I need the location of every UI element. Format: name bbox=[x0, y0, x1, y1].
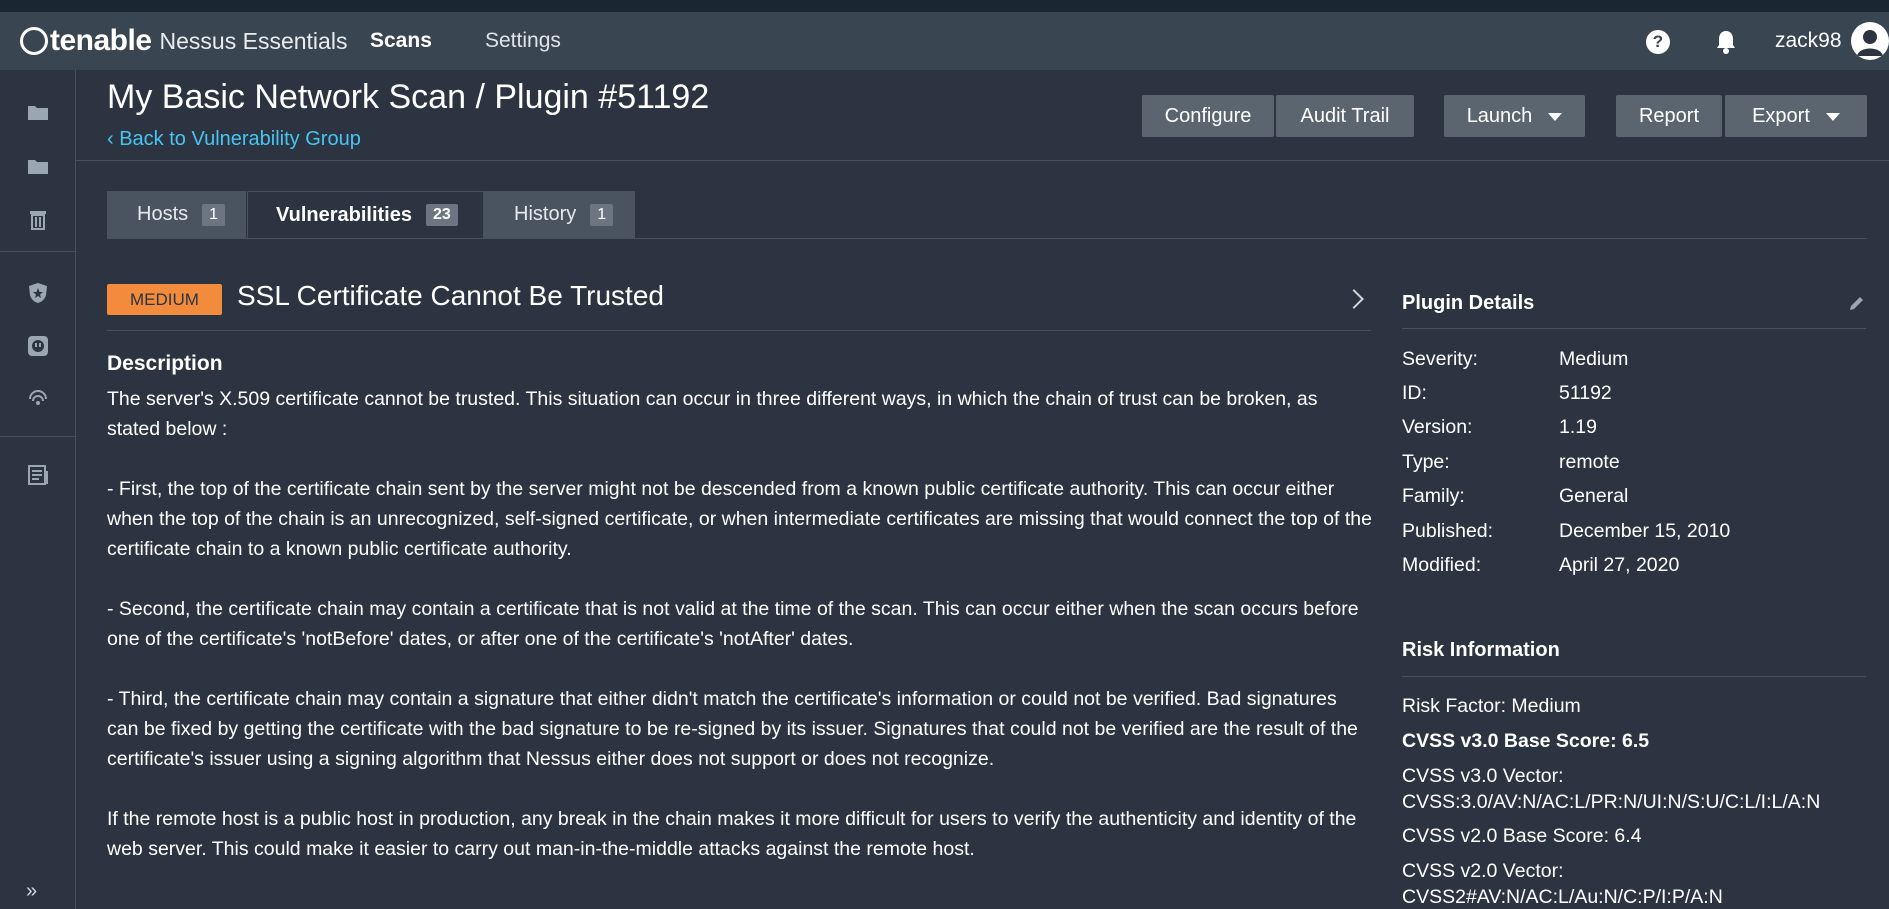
detail-key: Version: bbox=[1402, 416, 1473, 438]
report-button[interactable]: Report bbox=[1616, 95, 1722, 137]
nav-scans[interactable]: Scans bbox=[370, 12, 432, 70]
detail-value: Medium bbox=[1559, 348, 1629, 370]
detail-value: 1.19 bbox=[1559, 416, 1597, 438]
vulnerability-title: SSL Certificate Cannot Be Trusted bbox=[237, 280, 664, 311]
product-name: Nessus Essentials bbox=[159, 27, 348, 54]
detail-key: Severity: bbox=[1402, 348, 1478, 370]
shield-star-icon[interactable] bbox=[26, 281, 50, 305]
brand-name: tenable bbox=[50, 24, 152, 57]
detail-key: ID: bbox=[1402, 382, 1427, 404]
bell-icon[interactable] bbox=[1715, 29, 1737, 55]
page-title: My Basic Network Scan / Plugin #51192 bbox=[107, 78, 710, 116]
tab-label: Vulnerabilities bbox=[276, 203, 412, 226]
caret-down-icon bbox=[1825, 112, 1840, 121]
risk-factor: Risk Factor: Medium bbox=[1402, 695, 1581, 717]
tenable-logo-icon bbox=[20, 27, 48, 55]
detail-row: Published: December 15, 2010 bbox=[1402, 520, 1730, 543]
app-logo[interactable]: tenable Nessus Essentials bbox=[20, 12, 347, 70]
export-label: Export bbox=[1752, 105, 1810, 127]
risk-info-divider bbox=[1402, 676, 1866, 677]
description-body: The server's X.509 certificate cannot be… bbox=[107, 384, 1372, 894]
cvss2-vector-label: CVSS v2.0 Vector: bbox=[1402, 860, 1564, 882]
chevron-left-icon: ‹ bbox=[107, 128, 120, 150]
description-heading: Description bbox=[107, 352, 223, 375]
description-paragraph: - Second, the certificate chain may cont… bbox=[107, 598, 1359, 650]
tab-count: 1 bbox=[202, 203, 226, 226]
report-list-icon[interactable] bbox=[26, 463, 50, 487]
back-link[interactable]: ‹ Back to Vulnerability Group bbox=[107, 128, 361, 151]
launch-label: Launch bbox=[1466, 105, 1533, 127]
detail-key: Type: bbox=[1402, 451, 1450, 473]
cvss3-vector-label: CVSS v3.0 Vector: bbox=[1402, 765, 1564, 787]
detail-value: 51192 bbox=[1559, 382, 1612, 404]
nav-settings[interactable]: Settings bbox=[485, 12, 561, 70]
tab-history[interactable]: History 1 bbox=[484, 191, 636, 238]
detail-row: Type: remote bbox=[1402, 451, 1620, 474]
risk-info-heading: Risk Information bbox=[1402, 639, 1560, 661]
configure-button[interactable]: Configure bbox=[1142, 95, 1274, 137]
detail-row: Family: General bbox=[1402, 485, 1628, 508]
detail-row: Severity: Medium bbox=[1402, 348, 1628, 371]
sidebar-divider bbox=[0, 436, 76, 437]
detail-row: Version: 1.19 bbox=[1402, 416, 1597, 439]
tab-hosts[interactable]: Hosts 1 bbox=[107, 191, 247, 238]
cvss3-base-score: CVSS v3.0 Base Score: 6.5 bbox=[1402, 730, 1650, 752]
severity-badge: MEDIUM bbox=[107, 284, 222, 315]
expand-icon[interactable]: » bbox=[26, 880, 37, 903]
tab-bar: Hosts 1 Vulnerabilities 23 History 1 bbox=[107, 191, 636, 238]
launch-button[interactable]: Launch bbox=[1444, 95, 1585, 137]
export-button[interactable]: Export bbox=[1725, 95, 1867, 137]
audit-trail-button[interactable]: Audit Trail bbox=[1276, 95, 1414, 137]
caret-down-icon bbox=[1548, 112, 1563, 121]
detail-row: Modified: April 27, 2020 bbox=[1402, 554, 1679, 577]
detail-key: Family: bbox=[1402, 485, 1465, 507]
sidebar bbox=[0, 70, 76, 909]
detail-key: Published: bbox=[1402, 520, 1494, 542]
detail-value: General bbox=[1559, 485, 1629, 507]
help-icon[interactable]: ? bbox=[1646, 30, 1670, 54]
plugin-details-divider bbox=[1402, 328, 1866, 329]
detail-value: December 15, 2010 bbox=[1559, 520, 1731, 542]
detail-row: ID: 51192 bbox=[1402, 382, 1612, 405]
window-top-strip bbox=[0, 0, 1889, 12]
description-paragraph: - First, the top of the certificate chai… bbox=[107, 478, 1372, 560]
back-link-label: Back to Vulnerability Group bbox=[119, 128, 361, 150]
tabs-divider bbox=[107, 238, 1867, 239]
username[interactable]: zack98 bbox=[1775, 12, 1842, 70]
description-paragraph: If the remote host is a public host in p… bbox=[107, 808, 1357, 860]
header-divider bbox=[76, 160, 1889, 161]
chevron-right-icon[interactable] bbox=[1344, 289, 1364, 309]
description-paragraph: The server's X.509 certificate cannot be… bbox=[107, 388, 1318, 440]
folder-icon[interactable] bbox=[26, 100, 50, 124]
folder-icon[interactable] bbox=[26, 154, 50, 178]
description-paragraph: - Third, the certificate chain may conta… bbox=[107, 688, 1358, 770]
cvss2-vector: CVSS2#AV:N/AC:L/Au:N/C:P/I:P/A:N bbox=[1402, 886, 1723, 908]
plugin-icon[interactable] bbox=[26, 334, 50, 358]
sidebar-divider bbox=[0, 251, 76, 252]
tab-vulnerabilities[interactable]: Vulnerabilities 23 bbox=[247, 191, 484, 238]
detail-value: remote bbox=[1559, 451, 1620, 473]
user-avatar-icon[interactable] bbox=[1851, 22, 1889, 60]
pencil-icon[interactable] bbox=[1848, 294, 1866, 312]
tab-label: Hosts bbox=[137, 203, 189, 225]
cvss3-vector: CVSS:3.0/AV:N/AC:L/PR:N/UI:N/S:U/C:L/I:L… bbox=[1402, 791, 1821, 813]
radar-icon[interactable] bbox=[26, 387, 50, 411]
tab-count: 23 bbox=[425, 204, 458, 226]
tab-count: 1 bbox=[590, 203, 614, 226]
trash-icon[interactable] bbox=[26, 207, 50, 231]
plugin-details-heading: Plugin Details bbox=[1402, 292, 1535, 314]
detail-key: Modified: bbox=[1402, 554, 1482, 576]
tab-label: History bbox=[514, 203, 577, 225]
detail-value: April 27, 2020 bbox=[1559, 554, 1680, 576]
cvss2-base-score: CVSS v2.0 Base Score: 6.4 bbox=[1402, 825, 1642, 847]
title-divider bbox=[107, 330, 1371, 331]
